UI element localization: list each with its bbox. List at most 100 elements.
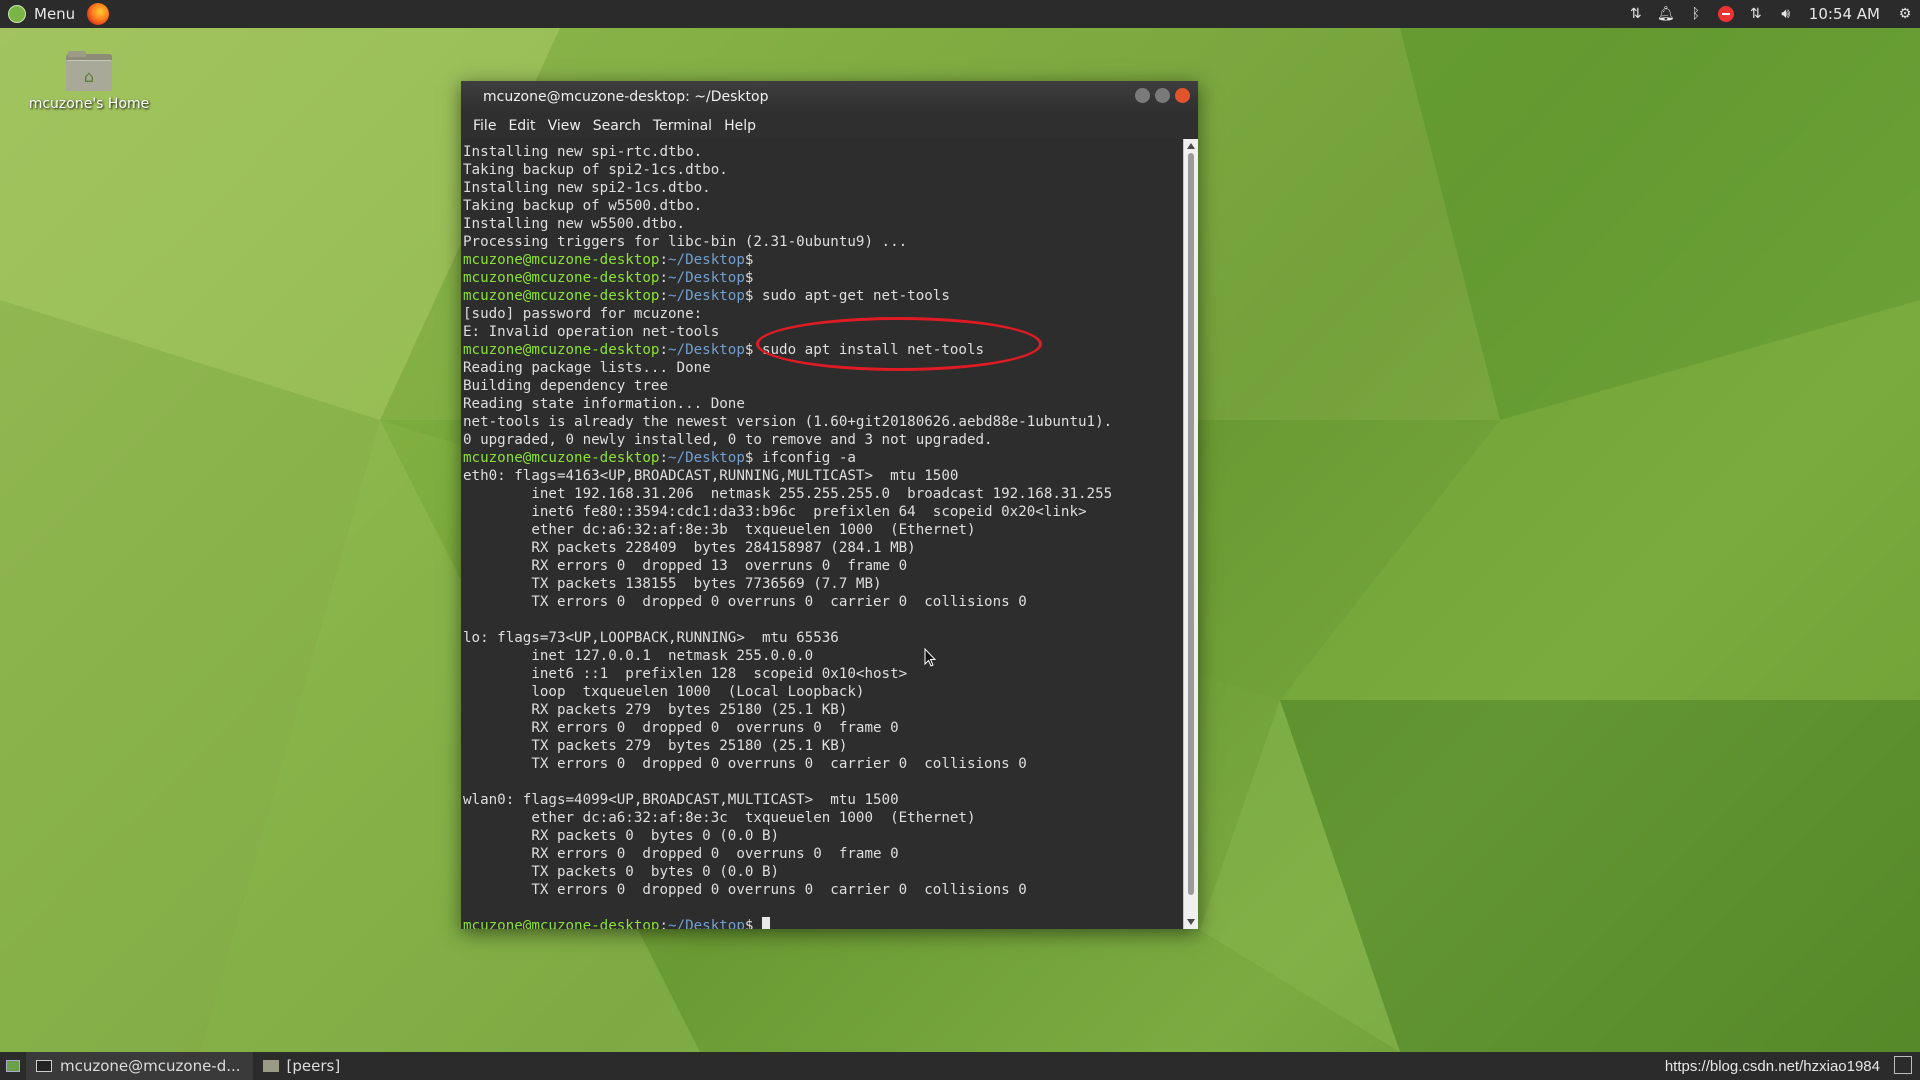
- terminal-line: TX errors 0 dropped 0 overruns 0 carrier…: [463, 882, 1027, 898]
- terminal-line: Reading state information... Done: [463, 396, 745, 412]
- firefox-icon[interactable]: [87, 3, 110, 25]
- terminal-line: net-tools is already the newest version …: [463, 414, 1113, 430]
- taskbar-item-peers[interactable]: [peers]: [253, 1052, 353, 1080]
- menu-help[interactable]: Help: [718, 118, 762, 134]
- prompt-path: ~/Desktop: [668, 918, 745, 929]
- terminal-line: Installing new spi2-1cs.dtbo.: [463, 180, 711, 196]
- terminal-line: mcuzone@mcuzone-desktop:~/Desktop$ sudo …: [463, 288, 950, 304]
- settings-gear-icon[interactable]: ⚙: [1890, 0, 1920, 28]
- text-cursor: [761, 917, 770, 929]
- scrollbar-thumb[interactable]: [1188, 153, 1194, 895]
- terminal-line: 0 upgraded, 0 newly installed, 0 to remo…: [463, 432, 993, 448]
- terminal-line: Taking backup of w5500.dtbo.: [463, 198, 703, 214]
- terminal-line: TX packets 138155 bytes 7736569 (7.7 MB): [463, 576, 882, 592]
- menu-search[interactable]: Search: [587, 118, 647, 134]
- terminal-line: wlan0: flags=4099<UP,BROADCAST,MULTICAST…: [463, 792, 899, 808]
- menu-file[interactable]: File: [467, 118, 502, 134]
- terminal-output[interactable]: Installing new spi-rtc.dtbo. Taking backu…: [461, 139, 1183, 929]
- top-panel: Menu ⇅ 🔔︎ ᛒ ⇅ 🔊︎ 10:54 AM ⚙: [0, 0, 1920, 28]
- network-icon[interactable]: ⇅: [1741, 0, 1771, 28]
- terminal-line: Building dependency tree: [463, 378, 668, 394]
- terminal-line: ether dc:a6:32:af:8e:3b txqueuelen 1000 …: [463, 522, 976, 538]
- do-not-disturb-icon[interactable]: [1711, 0, 1741, 28]
- home-folder-desktop-icon[interactable]: ⌂ mcuzone's Home: [22, 51, 156, 112]
- prompt-user: mcuzone@mcuzone-desktop: [463, 252, 660, 268]
- terminal-line: mcuzone@mcuzone-desktop:~/Desktop$: [463, 252, 754, 268]
- terminal-window[interactable]: mcuzone@mcuzone-desktop: ~/Desktop File …: [461, 81, 1198, 929]
- terminal-line: loop txqueuelen 1000 (Local Loopback): [463, 684, 865, 700]
- terminal-line: Taking backup of spi2-1cs.dtbo.: [463, 162, 728, 178]
- prompt-path: ~/Desktop: [668, 288, 745, 304]
- menu-button[interactable]: Menu: [0, 0, 117, 28]
- maximize-button[interactable]: [1155, 88, 1170, 103]
- window-titlebar[interactable]: mcuzone@mcuzone-desktop: ~/Desktop: [461, 81, 1198, 113]
- home-folder-label: mcuzone's Home: [28, 96, 150, 112]
- menu-label: Menu: [34, 5, 76, 23]
- terminal-line: eth0: flags=4163<UP,BROADCAST,RUNNING,MU…: [463, 468, 959, 484]
- menu-edit[interactable]: Edit: [502, 118, 541, 134]
- terminal-line: Installing new spi-rtc.dtbo.: [463, 144, 703, 160]
- taskbar-item-label: [peers]: [286, 1057, 341, 1075]
- terminal-line: Processing triggers for libc-bin (2.31-0…: [463, 234, 908, 250]
- terminal-line: lo: flags=73<UP,LOOPBACK,RUNNING> mtu 65…: [463, 630, 839, 646]
- clock[interactable]: 10:54 AM: [1801, 5, 1890, 23]
- terminal-line: Installing new w5500.dtbo.: [463, 216, 686, 232]
- scroll-up-icon[interactable]: [1187, 143, 1195, 149]
- terminal-line: TX errors 0 dropped 0 overruns 0 carrier…: [463, 756, 1027, 772]
- terminal-line: RX packets 0 bytes 0 (0.0 B): [463, 828, 780, 844]
- terminal-menubar: File Edit View Search Terminal Help: [461, 113, 1198, 139]
- terminal-line: TX errors 0 dropped 0 overruns 0 carrier…: [463, 594, 1027, 610]
- menu-view[interactable]: View: [542, 118, 587, 134]
- prompt-user: mcuzone@mcuzone-desktop: [463, 342, 660, 358]
- terminal-line: mcuzone@mcuzone-desktop:~/Desktop$ ifcon…: [463, 450, 856, 466]
- prompt-path: ~/Desktop: [668, 270, 745, 286]
- folder-icon: ⌂: [66, 51, 112, 91]
- terminal-line: RX packets 279 bytes 25180 (25.1 KB): [463, 702, 848, 718]
- terminal-line: inet 127.0.0.1 netmask 255.0.0.0: [463, 648, 814, 664]
- prompt-path: ~/Desktop: [668, 252, 745, 268]
- prompt-path: ~/Desktop: [668, 342, 745, 358]
- terminal-line: RX errors 0 dropped 0 overruns 0 frame 0: [463, 846, 899, 862]
- scroll-down-icon[interactable]: [1187, 919, 1195, 925]
- menu-terminal[interactable]: Terminal: [647, 118, 718, 134]
- volume-icon[interactable]: 🔊︎: [1771, 0, 1801, 28]
- notification-bell-icon[interactable]: 🔔︎: [1651, 0, 1681, 28]
- terminal-line: RX packets 228409 bytes 284158987 (284.1…: [463, 540, 916, 556]
- mint-logo-icon: [8, 5, 26, 23]
- show-desktop-button[interactable]: [0, 1052, 26, 1080]
- prompt-user: mcuzone@mcuzone-desktop: [463, 450, 660, 466]
- bluetooth-icon[interactable]: ᛒ: [1681, 0, 1711, 28]
- terminal-text: Installing new spi-rtc.dtbo. Taking backu…: [461, 139, 1183, 929]
- terminal-line: RX errors 0 dropped 13 overruns 0 frame …: [463, 558, 908, 574]
- terminal-line: mcuzone@mcuzone-desktop:~/Desktop$: [463, 270, 754, 286]
- vertical-scrollbar[interactable]: [1183, 139, 1198, 929]
- red-highlight-ellipse: [756, 317, 1042, 371]
- taskbar-item-label: mcuzone@mcuzone-d...: [60, 1057, 241, 1075]
- folder-icon: [262, 1060, 279, 1072]
- prompt-user: mcuzone@mcuzone-desktop: [463, 288, 660, 304]
- prompt-user: mcuzone@mcuzone-desktop: [463, 918, 660, 929]
- terminal-line: inet6 ::1 prefixlen 128 scopeid 0x10<hos…: [463, 666, 908, 682]
- watermark-text: https://blog.csdn.net/hzxiao1984: [1664, 1057, 1880, 1075]
- terminal-line: inet6 fe80::3594:cdc1:da33:b96c prefixle…: [463, 504, 1087, 520]
- terminal-line: inet 192.168.31.206 netmask 255.255.255.…: [463, 486, 1113, 502]
- terminal-line: ether dc:a6:32:af:8e:3c txqueuelen 1000 …: [463, 810, 976, 826]
- terminal-line: RX errors 0 dropped 0 overruns 0 frame 0: [463, 720, 899, 736]
- terminal-line: TX packets 279 bytes 25180 (25.1 KB): [463, 738, 848, 754]
- workspace-switcher-icon[interactable]: [1894, 1056, 1912, 1074]
- bottom-panel: mcuzone@mcuzone-d... [peers] https://blo…: [0, 1052, 1920, 1080]
- close-button[interactable]: [1175, 88, 1190, 103]
- terminal-line: TX packets 0 bytes 0 (0.0 B): [463, 864, 780, 880]
- prompt-user: mcuzone@mcuzone-desktop: [463, 270, 660, 286]
- home-icon: ⌂: [66, 60, 112, 91]
- terminal-line: mcuzone@mcuzone-desktop:~/Desktop$: [463, 917, 1183, 929]
- minimize-button[interactable]: [1135, 88, 1150, 103]
- prompt-path: ~/Desktop: [668, 450, 745, 466]
- network-transfer-icon[interactable]: ⇅: [1621, 0, 1651, 28]
- window-title: mcuzone@mcuzone-desktop: ~/Desktop: [483, 89, 769, 105]
- terminal-icon: [36, 1060, 52, 1072]
- taskbar-item-terminal[interactable]: mcuzone@mcuzone-d...: [26, 1052, 253, 1080]
